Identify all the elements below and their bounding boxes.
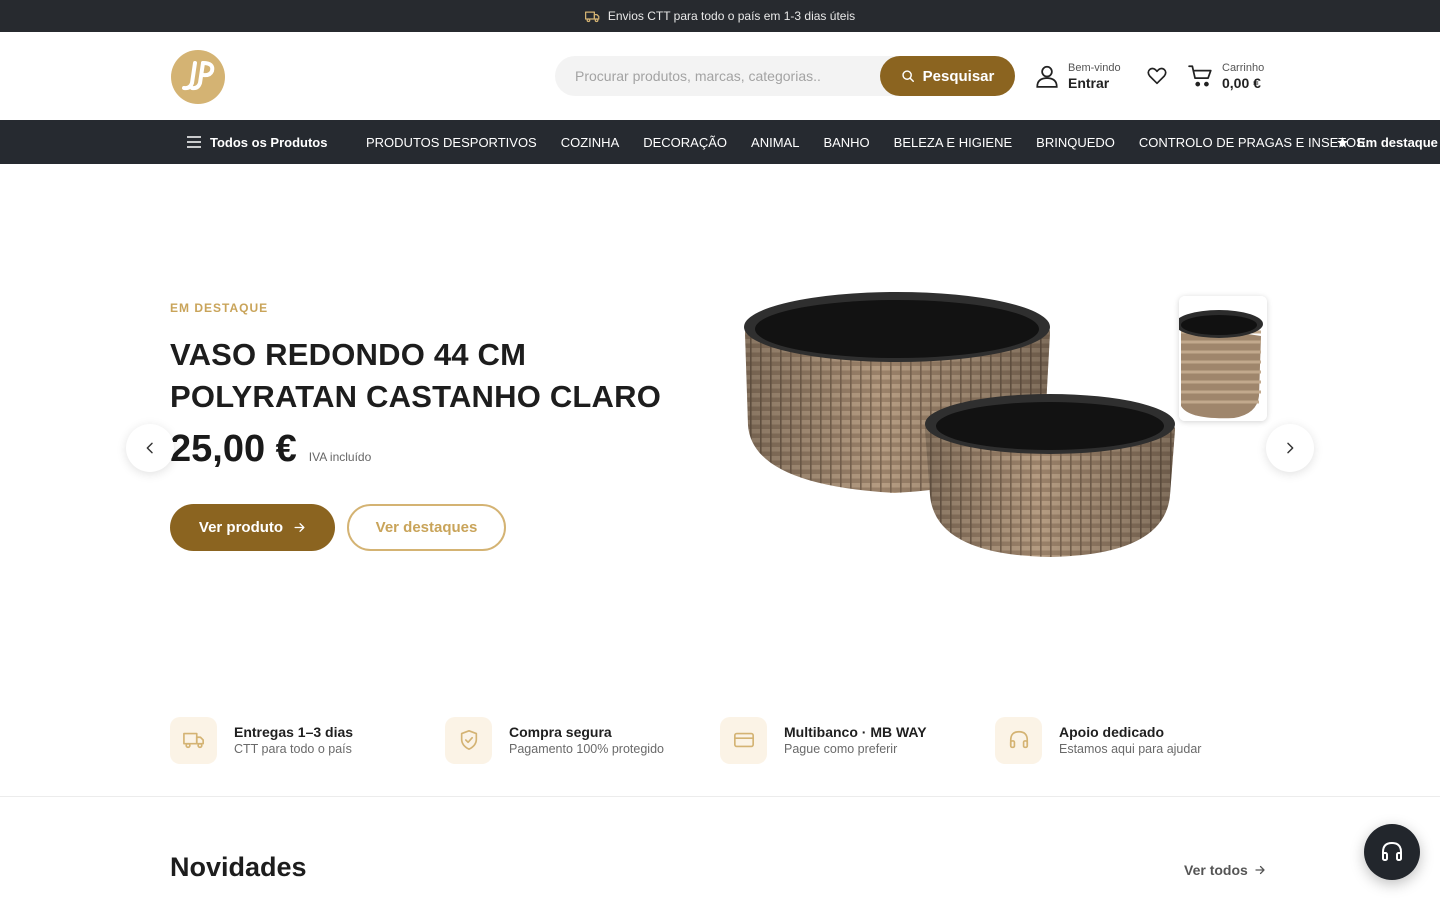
section-title: Novidades <box>170 852 307 882</box>
section-divider <box>0 796 1440 797</box>
feature-title: Apoio dedicado <box>1059 723 1164 740</box>
star-icon <box>1337 136 1348 148</box>
cart-link[interactable]: Carrinho 0,00 € <box>1188 62 1264 91</box>
feature-title: Entregas 1–3 dias <box>234 723 354 740</box>
carousel-prev-button[interactable] <box>126 424 174 472</box>
account-greeting: Bem-vindo <box>1068 62 1121 74</box>
user-icon <box>1036 66 1058 89</box>
search-icon <box>901 70 914 82</box>
see-all-link[interactable]: Ver todos <box>1184 862 1266 878</box>
feature-title: Compra segura <box>509 723 612 740</box>
nav-featured-label: Em destaque <box>1357 134 1438 150</box>
nav-item-beleza[interactable]: BELEZA E HIGIENE <box>894 135 1013 150</box>
view-featured-button[interactable]: Ver destaques <box>347 504 506 551</box>
feature-icon-box <box>170 716 217 764</box>
heart-icon[interactable] <box>1145 65 1169 87</box>
hero-eyebrow: EM DESTAQUE <box>170 301 269 315</box>
feature-item: Multibanco · MB WAY Pague como preferir <box>720 715 995 765</box>
feature-subtitle: Pague como preferir <box>784 741 898 756</box>
announcement-bar: Envios CTT para todo o país em 1-3 dias … <box>0 0 1440 32</box>
nav-featured[interactable]: Em destaque <box>1336 120 1438 164</box>
header: Pesquisar Bem-vindo Entrar Carrinho 0,00… <box>0 32 1440 120</box>
feature-item: Compra segura Pagamento 100% protegido <box>445 715 720 765</box>
headphones-icon <box>1009 730 1028 749</box>
product-thumbnail[interactable] <box>1179 296 1267 421</box>
nav-item-cozinha[interactable]: COZINHA <box>561 135 620 150</box>
hero-price-row: 25,00 € IVA incluído <box>170 428 371 471</box>
all-products-menu[interactable]: Todos os Produtos <box>187 120 327 164</box>
nav-item-banho[interactable]: BANHO <box>823 135 869 150</box>
truck-icon <box>584 11 600 22</box>
search-bar: Pesquisar <box>555 56 1015 96</box>
feature-title: Multibanco · MB WAY <box>784 723 927 740</box>
announcement-text: Envios CTT para todo o país em 1-3 dias … <box>607 9 856 23</box>
nav-item-animal[interactable]: ANIMAL <box>751 135 799 150</box>
account-action: Entrar <box>1068 74 1110 91</box>
support-chat-button[interactable] <box>1364 824 1420 880</box>
feature-icon-box <box>995 716 1042 764</box>
view-featured-label: Ver destaques <box>375 519 478 536</box>
feature-subtitle: Estamos aqui para ajudar <box>1059 741 1202 756</box>
feature-item: Apoio dedicado Estamos aqui para ajudar <box>995 715 1270 765</box>
credit-card-icon <box>733 732 754 748</box>
search-button[interactable]: Pesquisar <box>880 56 1015 96</box>
hero-price: 25,00 € <box>170 428 297 470</box>
logo-mark-icon <box>182 61 215 91</box>
all-products-label: Todos os Produtos <box>210 134 328 150</box>
arrow-right-icon <box>294 523 305 532</box>
feature-icon-box <box>720 716 767 764</box>
view-product-button[interactable]: Ver produto <box>170 504 335 551</box>
shield-icon <box>460 730 477 750</box>
search-input[interactable] <box>555 56 880 96</box>
cart-total: 0,00 € <box>1222 74 1261 91</box>
nav-item-brinquedo[interactable]: BRINQUEDO <box>1036 135 1115 150</box>
feature-subtitle: CTT para todo o país <box>234 741 352 756</box>
nav-item-desportivos[interactable]: PRODUTOS DESPORTIVOS <box>366 135 537 150</box>
cart-icon <box>1188 65 1212 87</box>
product-image <box>744 292 1175 557</box>
see-all-label: Ver todos <box>1184 862 1248 878</box>
feature-item: Entregas 1–3 dias CTT para todo o país <box>170 715 445 765</box>
feature-icon-box <box>445 716 492 764</box>
search-button-label: Pesquisar <box>922 67 995 85</box>
chevron-left-icon <box>146 442 153 454</box>
truck-icon <box>182 732 204 749</box>
carousel-next-button[interactable] <box>1266 424 1314 472</box>
chevron-right-icon <box>1287 442 1294 454</box>
headphones-icon <box>1382 842 1402 861</box>
view-product-label: Ver produto <box>198 519 284 536</box>
nav-item-decoracao[interactable]: DECORAÇÃO <box>643 135 727 150</box>
thumbnail-image <box>1179 296 1267 421</box>
main-nav: Todos os Produtos PRODUTOS DESPORTIVOS C… <box>0 120 1440 164</box>
brand-logo[interactable] <box>171 50 225 104</box>
account-link[interactable]: Bem-vindo Entrar <box>1034 62 1121 91</box>
cart-label: Carrinho <box>1222 62 1265 74</box>
hero-title: VASO REDONDO 44 CM POLYRATAN CASTANHO CL… <box>170 337 662 414</box>
features-row: Entregas 1–3 dias CTT para todo o país C… <box>170 715 1270 765</box>
nav-item-pragas[interactable]: CONTROLO DE PRAGAS E INSETOS <box>1139 135 1365 150</box>
feature-subtitle: Pagamento 100% protegido <box>509 741 664 756</box>
category-list: PRODUTOS DESPORTIVOS COZINHA DECORAÇÃO A… <box>366 120 1365 164</box>
arrow-right-icon <box>1255 865 1265 875</box>
vat-note: IVA incluído <box>308 450 372 464</box>
menu-icon <box>187 136 201 148</box>
